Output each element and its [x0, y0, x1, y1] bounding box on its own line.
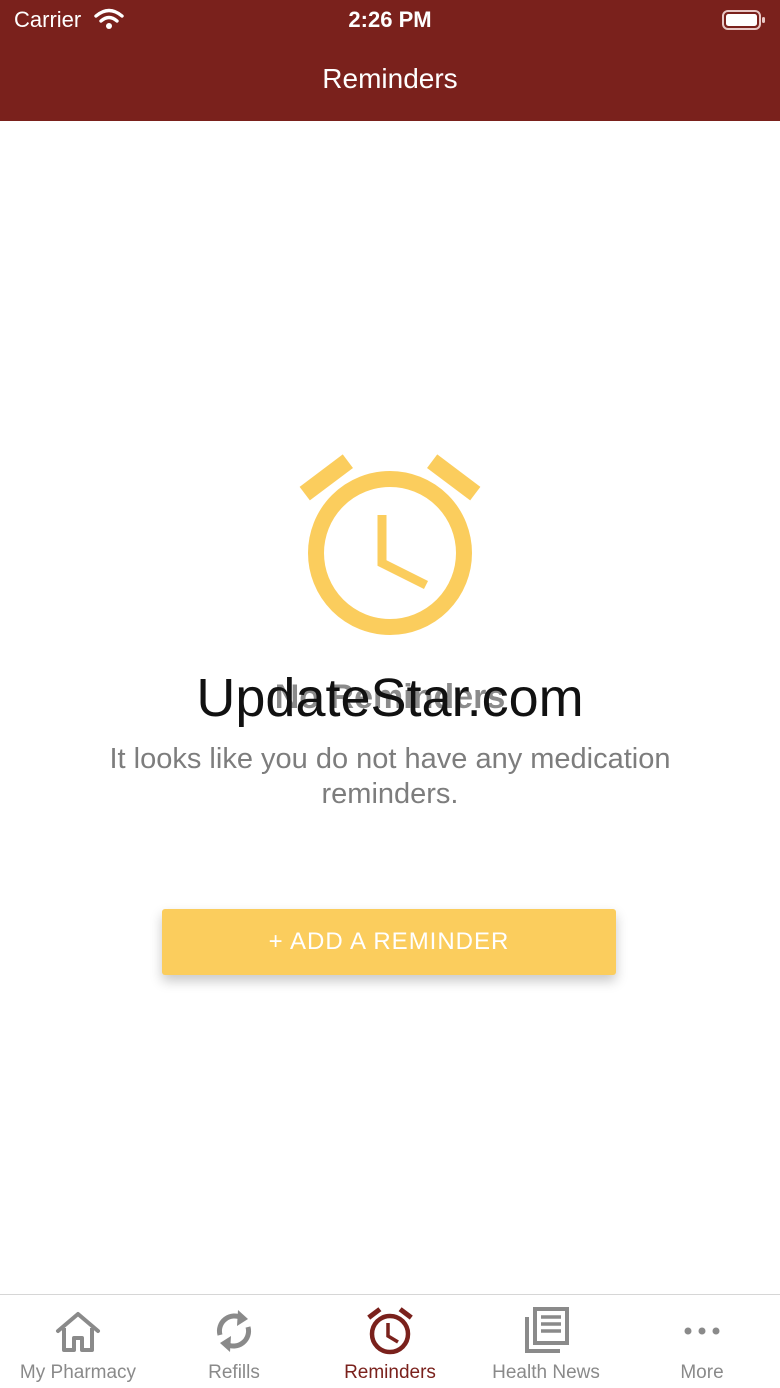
tab-reminders[interactable]: Reminders: [312, 1295, 468, 1388]
refresh-icon: [156, 1305, 312, 1357]
alarm-clock-icon: [298, 451, 482, 642]
tab-label: Reminders: [344, 1362, 436, 1383]
add-reminder-button[interactable]: + ADD A REMINDER: [162, 909, 616, 975]
home-icon: [0, 1305, 156, 1357]
page-title: Reminders: [322, 63, 458, 94]
tab-label: Health News: [492, 1362, 600, 1383]
tab-my-pharmacy[interactable]: My Pharmacy: [0, 1295, 156, 1388]
tab-label: More: [680, 1362, 724, 1383]
news-icon: [468, 1305, 624, 1357]
tab-label: My Pharmacy: [19, 1362, 137, 1383]
tab-bar: My Pharmacy Refills Reminders Health New…: [0, 1294, 780, 1388]
status-time: 2:26 PM: [348, 7, 432, 32]
empty-state-message: It looks like you do not have any medica…: [109, 743, 671, 810]
tab-label: Refills: [208, 1362, 260, 1383]
watermark: UpdateStar.com: [196, 668, 584, 728]
tab-health-news[interactable]: Health News: [468, 1295, 624, 1388]
more-dots-icon: [624, 1305, 780, 1357]
top-bar: Carrier 2:26 PM Reminders: [0, 0, 780, 121]
tab-more[interactable]: More: [624, 1295, 780, 1388]
alarm-clock-icon: [312, 1305, 468, 1357]
battery-icon: [722, 9, 766, 36]
tab-refills[interactable]: Refills: [156, 1295, 312, 1388]
